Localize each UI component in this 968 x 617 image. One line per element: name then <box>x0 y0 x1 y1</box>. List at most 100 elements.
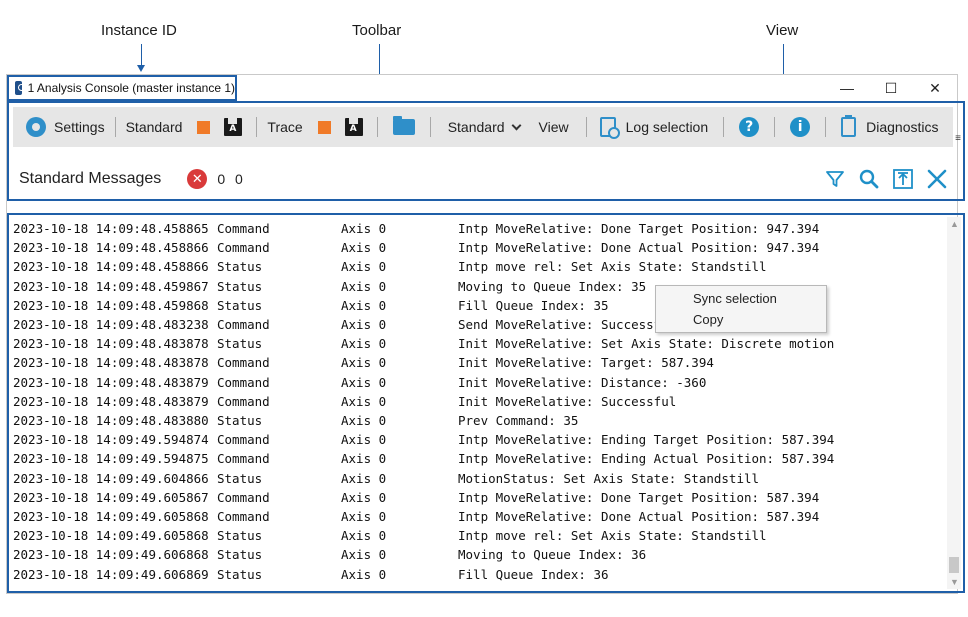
log-row[interactable]: 2023-10-18 14:09:48.483879 Command Axis 0 I… <box>13 394 943 413</box>
log-message: Intp MoveRelative: Done Target Position:… <box>458 221 820 236</box>
log-time: 2023-10-18 14:09:48.483878 <box>13 336 209 352</box>
separator <box>376 117 378 137</box>
log-axis: Axis 0 <box>341 336 387 352</box>
log-time: 2023-10-18 14:09:48.483879 <box>13 374 209 390</box>
log-row[interactable]: 2023-10-18 14:09:48.458866 Status Axis 0 In… <box>13 259 943 278</box>
log-row[interactable]: 2023-10-18 14:09:48.458865 Command Axis 0 I… <box>13 221 943 240</box>
log-message: Intp MoveRelative: Done Actual Position:… <box>458 509 820 524</box>
log-message: MotionStatus: Set Axis State: Standstill <box>458 470 760 486</box>
log-axis: Axis 0 <box>341 297 387 313</box>
instance-id-arrow <box>137 65 145 72</box>
log-type: Status <box>217 259 263 275</box>
log-row[interactable]: 2023-10-18 14:09:49.606868 Status Axis 0 Mo… <box>13 547 943 566</box>
log-selection-button[interactable]: Log selection <box>592 107 714 147</box>
toolbar-region: Settings Standard Trace Standard <box>7 101 965 201</box>
toolbar-overflow-icon[interactable]: ≡ <box>955 133 961 144</box>
log-row[interactable]: 2023-10-18 14:09:48.483878 Status Axis 0 In… <box>13 336 943 355</box>
log-list[interactable]: 2023-10-18 14:09:48.458865 Command Axis 0 I… <box>11 217 947 589</box>
separator <box>256 117 258 137</box>
log-type: Command <box>217 393 270 409</box>
log-row[interactable]: 2023-10-18 14:09:49.594874 Command Axis 0 I… <box>13 432 943 451</box>
analysis-console-icon <box>15 81 25 95</box>
log-type: Command <box>217 374 270 390</box>
analysis-console-window: 1 Analysis Console (master instance 1) —… <box>6 74 965 594</box>
trace-stop-icon[interactable] <box>317 120 331 134</box>
error-icon[interactable]: ✕ <box>187 169 208 189</box>
log-axis: Axis 0 <box>341 278 387 294</box>
standard-stop-icon[interactable] <box>197 120 211 134</box>
context-menu-copy[interactable]: Copy <box>693 310 723 330</box>
log-row[interactable]: 2023-10-18 14:09:48.458866 Command Axis 0 I… <box>13 240 943 259</box>
log-type: Status <box>217 297 263 313</box>
log-axis: Axis 0 <box>341 374 387 390</box>
log-type: Command <box>217 489 270 505</box>
help-button[interactable]: ? <box>729 107 769 147</box>
open-folder-button[interactable] <box>383 107 425 147</box>
filter-icon[interactable] <box>823 167 847 191</box>
log-time: 2023-10-18 14:09:48.483878 <box>13 355 209 371</box>
export-icon[interactable] <box>891 167 915 191</box>
messages-tools <box>823 167 949 191</box>
context-menu-sync-selection[interactable]: Sync selection <box>693 289 777 309</box>
scroll-down-arrow-icon[interactable]: ▼ <box>950 577 959 587</box>
log-row[interactable]: 2023-10-18 14:09:49.594875 Command Axis 0 I… <box>13 451 943 470</box>
log-message: Init MoveRelative: Target: 587.394 <box>458 355 714 371</box>
log-axis: Axis 0 <box>341 470 387 486</box>
log-row[interactable]: 2023-10-18 14:09:48.483878 Command Axis 0 I… <box>13 355 943 374</box>
log-row[interactable]: 2023-10-18 14:09:48.483879 Command Axis 0 I… <box>13 375 943 394</box>
log-axis: Axis 0 <box>341 566 387 582</box>
log-axis: Axis 0 <box>341 413 387 428</box>
window-title: 1 Analysis Console (master instance 1) <box>27 81 235 95</box>
view-label: View <box>538 119 569 135</box>
log-view: 2023-10-18 14:09:48.458865 Command Axis 0 I… <box>7 213 965 593</box>
view-button[interactable]: View <box>525 107 574 147</box>
log-axis: Axis 0 <box>341 528 387 544</box>
log-type: Command <box>217 317 270 332</box>
log-type: Status <box>217 547 263 563</box>
log-axis: Axis 0 <box>341 317 387 332</box>
log-message: Fill Queue Index: 36 <box>458 566 609 582</box>
info-button[interactable]: i <box>780 107 820 147</box>
scroll-up-arrow-icon[interactable]: ▲ <box>950 219 959 229</box>
close-button[interactable]: ✕ <box>913 75 957 101</box>
log-type: Command <box>217 509 270 524</box>
settings-button[interactable]: Settings <box>21 107 110 147</box>
log-row[interactable]: 2023-10-18 14:09:49.604866 Status Axis 0 Mo… <box>13 471 943 490</box>
log-message: Intp MoveRelative: Ending Actual Positio… <box>458 451 835 467</box>
log-file-icon <box>599 117 620 139</box>
log-row[interactable]: 2023-10-18 14:09:49.605867 Command Axis 0 I… <box>13 490 943 509</box>
log-row[interactable]: 2023-10-18 14:09:49.605868 Command Axis 0 I… <box>13 509 943 528</box>
vertical-scrollbar[interactable]: ▲ ▼ <box>947 217 961 589</box>
log-time: 2023-10-18 14:09:48.483238 <box>13 317 209 332</box>
diagnostics-button[interactable]: Diagnostics <box>831 107 943 147</box>
scrollbar-thumb[interactable] <box>949 557 959 573</box>
standard-label: Standard <box>125 119 183 135</box>
standard-log-button[interactable]: Standard <box>121 107 188 147</box>
maximize-button[interactable]: ☐ <box>869 75 913 101</box>
log-row[interactable]: 2023-10-18 14:09:48.483880 Status Axis 0 Pr… <box>13 413 943 432</box>
log-row[interactable]: 2023-10-18 14:09:49.606869 Status Axis 0 Fi… <box>13 567 943 586</box>
log-axis: Axis 0 <box>341 221 387 236</box>
log-message: Intp MoveRelative: Done Actual Position:… <box>458 240 820 256</box>
gear-icon <box>26 117 46 137</box>
trace-label: Trace <box>267 119 303 135</box>
search-icon[interactable] <box>857 167 881 191</box>
log-selection-label: Log selection <box>625 119 709 135</box>
standard-save-icon[interactable] <box>224 118 243 136</box>
trace-button[interactable]: Trace <box>262 107 307 147</box>
log-message: Init MoveRelative: Set Axis State: Discr… <box>458 336 835 352</box>
log-type: Status <box>217 336 263 352</box>
log-axis: Axis 0 <box>341 547 387 563</box>
log-time: 2023-10-18 14:09:48.458866 <box>13 240 209 256</box>
log-row[interactable]: 2023-10-18 14:09:49.605868 Status Axis 0 In… <box>13 528 943 547</box>
log-type: Status <box>217 278 263 294</box>
minimize-button[interactable]: — <box>825 75 869 101</box>
chevron-down-icon <box>511 120 521 130</box>
clear-icon[interactable] <box>925 167 949 191</box>
help-icon: ? <box>739 117 760 137</box>
trace-save-icon[interactable] <box>344 118 363 136</box>
standard-dropdown[interactable]: Standard <box>436 107 525 147</box>
instance-id-leader <box>141 44 142 66</box>
log-type: Command <box>217 451 270 467</box>
log-time: 2023-10-18 14:09:49.606869 <box>13 566 209 582</box>
